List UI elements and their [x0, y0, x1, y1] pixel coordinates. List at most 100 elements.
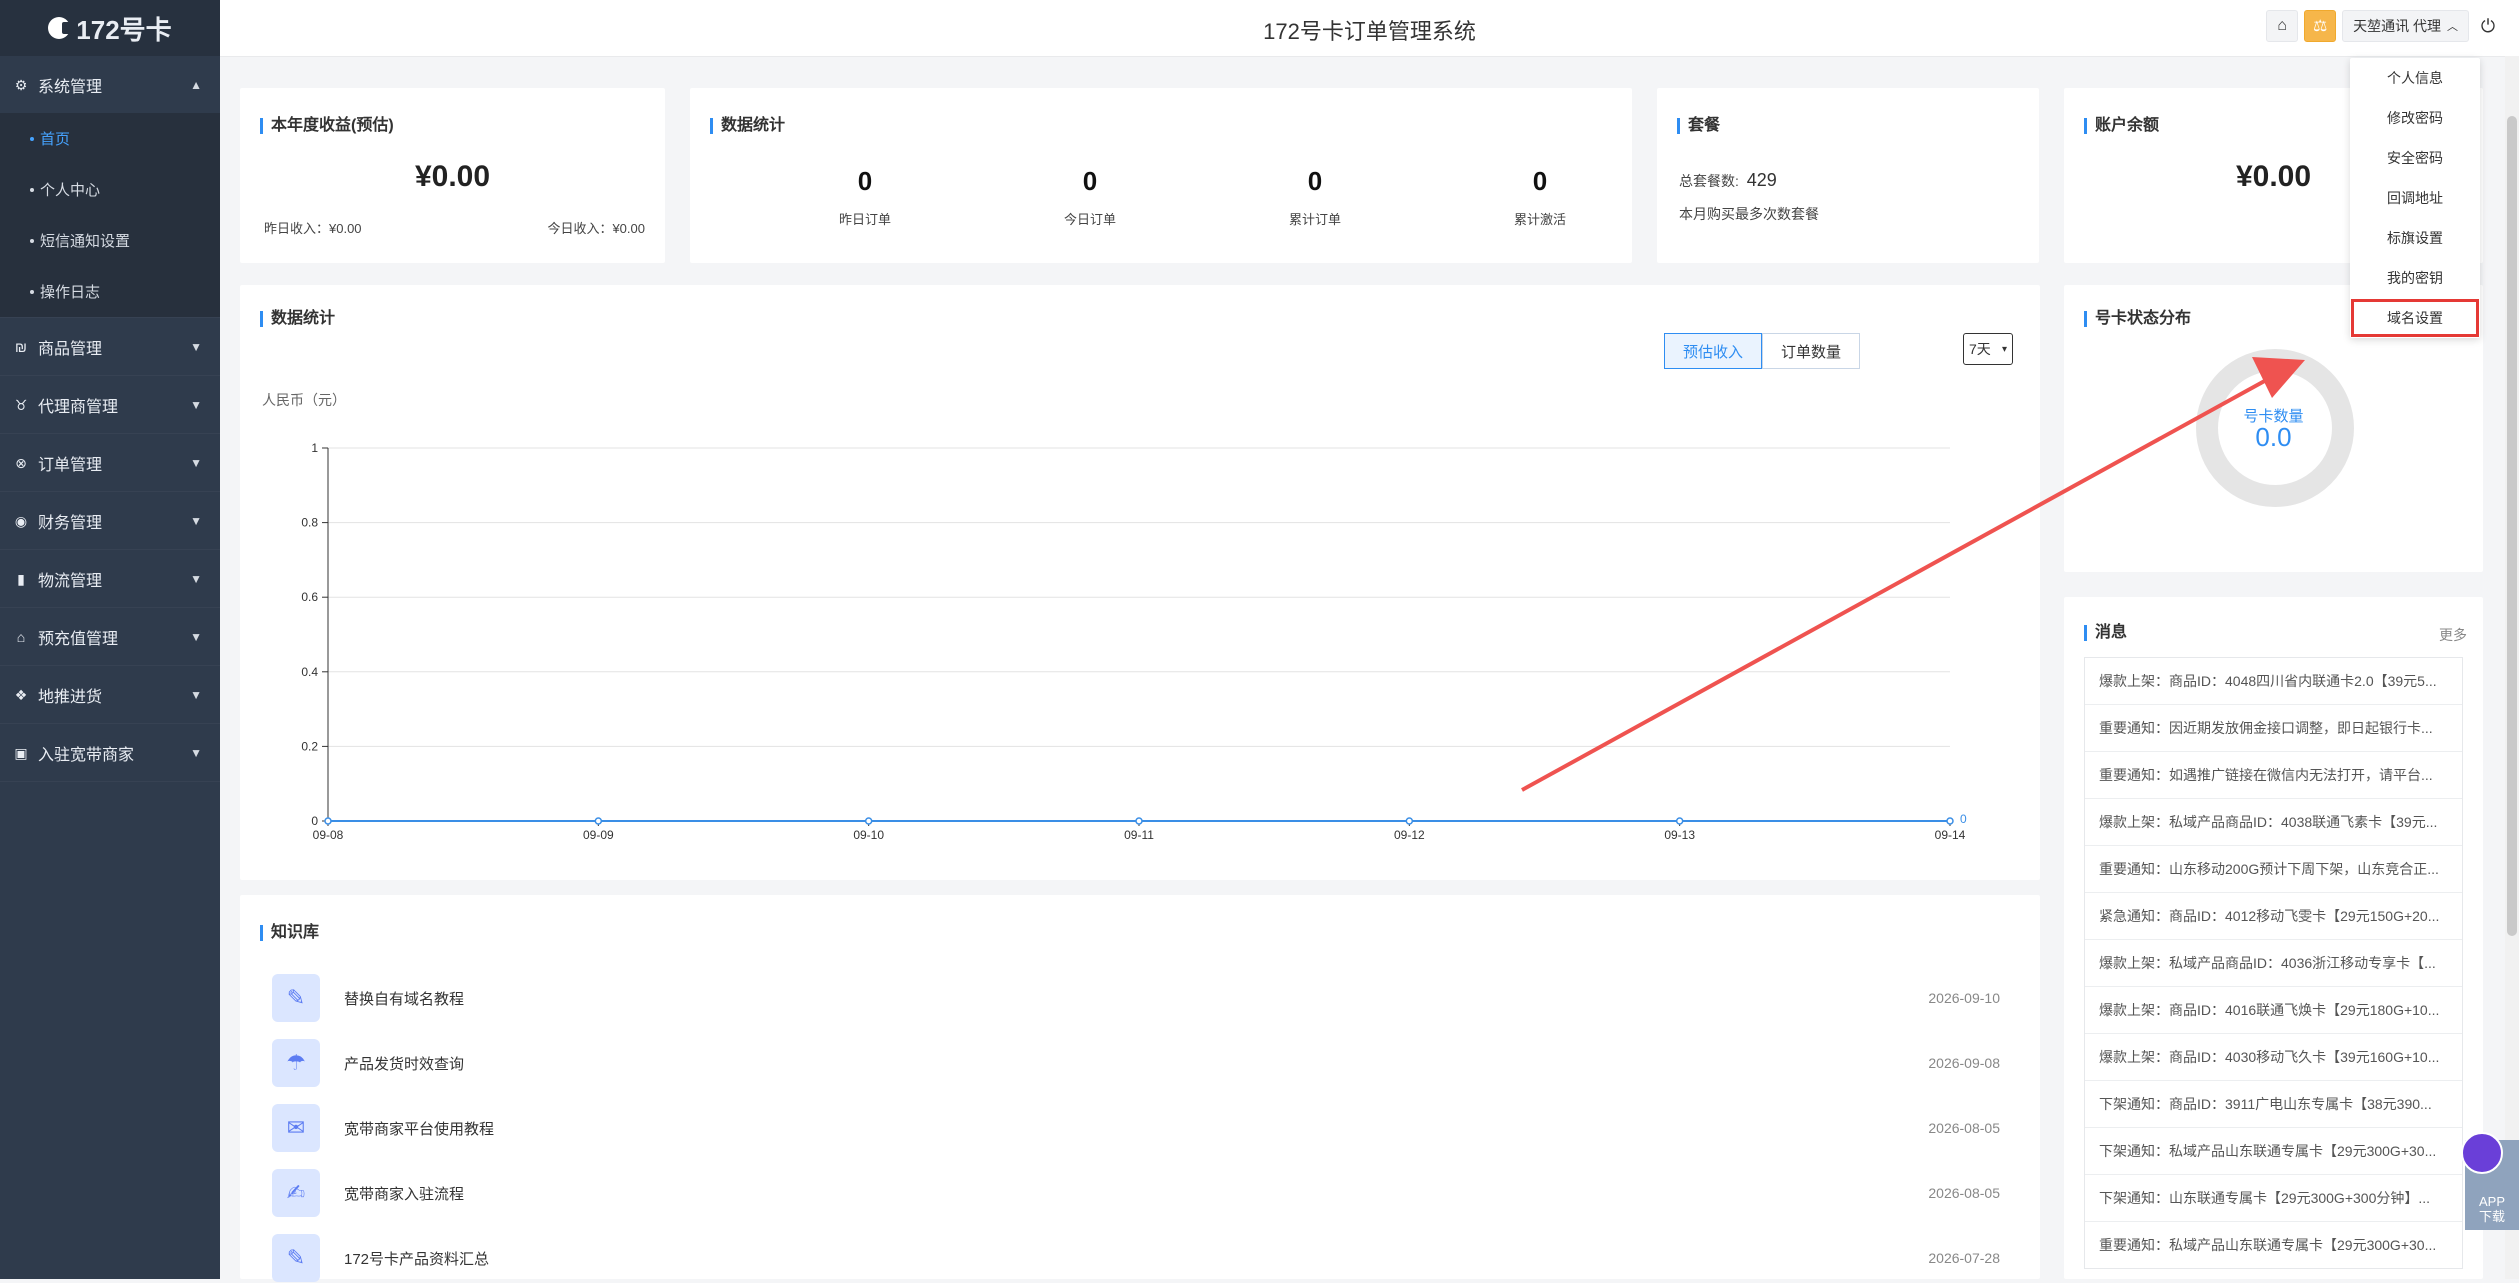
sidebar-group-header[interactable]: ♉ 代理商管理 ▼ — [0, 376, 220, 433]
x-tick-label: 09-11 — [1124, 828, 1154, 842]
knowledge-item-date: 2026-09-10 — [1928, 990, 2000, 1006]
chevron-up-icon: ︿ — [2447, 21, 2458, 33]
y-tick-label: 0.2 — [301, 739, 318, 753]
document-icon: ✍ — [272, 1169, 320, 1217]
sidebar-item[interactable]: 首页 — [0, 113, 220, 164]
sidebar-group-label: 地推进货 — [38, 688, 103, 706]
knowledge-panel: 知识库 ✎ 替换自有域名教程 2026-09-10 ☂ 产品发货时效查询 2026-09-… — [240, 895, 2040, 1282]
caret-down-icon: ▼ — [190, 572, 202, 586]
message-item[interactable]: 下架通知：私域产品山东联通专属卡【29元300G+30... — [2085, 1128, 2462, 1175]
message-item[interactable]: 爆款上架：私域产品商品ID：4036浙江移动专享卡【... — [2085, 940, 2462, 987]
knowledge-item-title: 产品发货时效查询 — [344, 1055, 465, 1073]
knowledge-item[interactable]: ✎ 替换自有域名教程 2026-09-10 — [272, 973, 2000, 1023]
cubes-icon: ❖ — [14, 686, 28, 703]
money-icon: ▣ — [14, 744, 28, 761]
message-item[interactable]: 重要通知：山东移动200G预计下周下架，山东竞合正... — [2085, 846, 2462, 893]
stat-value: 0 — [1532, 166, 1548, 196]
message-item[interactable]: 爆款上架：商品ID：4048四川省内联通卡2.0【39元5... — [2085, 658, 2462, 705]
bullet-icon — [30, 136, 34, 141]
stat-value: 0 — [857, 166, 873, 196]
dropdown-item[interactable]: 修改密码 — [2350, 98, 2480, 138]
data-point — [1135, 817, 1143, 825]
sidebar-group-header[interactable]: ⌂ 预充值管理 ▼ — [0, 608, 220, 665]
sidebar-group-5: ▮ 物流管理 ▼ — [0, 550, 220, 608]
sidebar-item[interactable]: 短信通知设置 — [0, 215, 220, 266]
income-card: 本年度收益(预估) ¥0.00 昨日收入：¥0.00 今日收入：¥0.00 — [240, 88, 665, 263]
knowledge-item[interactable]: ✎ 172号卡产品资料汇总 2026-07-28 — [272, 1233, 2000, 1283]
data-point — [1405, 817, 1414, 825]
x-tick-label: 09-09 — [583, 828, 614, 842]
knowledge-item[interactable]: ☂ 产品发货时效查询 2026-09-08 — [272, 1038, 2000, 1088]
sidebar-group-label: 入驻宽带商家 — [38, 746, 135, 764]
caret-down-icon: ▼ — [190, 514, 202, 528]
sidebar-group-header[interactable]: ⚙ 系统管理 ▲ — [0, 56, 220, 113]
page-scrollbar[interactable] — [2505, 56, 2519, 1279]
balance-scale-button[interactable]: ⚖ — [2304, 10, 2337, 42]
caret-down-icon: ▼ — [190, 746, 202, 760]
sidebar-group-header[interactable]: ❖ 地推进货 ▼ — [0, 666, 220, 723]
sidebar-group-header[interactable]: ▣ 入驻宽带商家 ▼ — [0, 724, 220, 781]
message-item[interactable]: 重要通知：如遇推广链接在微信内无法打开，请平台... — [2085, 752, 2462, 799]
sidebar-group-3: ⊗ 订单管理 ▼ — [0, 434, 220, 492]
messages-panel: 消息 更多 爆款上架：商品ID：4048四川省内联通卡2.0【39元5... 重要… — [2064, 597, 2483, 1279]
sidebar-group-header[interactable]: ₪ 商品管理 ▼ — [0, 318, 220, 375]
dropdown-item[interactable]: 域名设置 — [2350, 298, 2480, 338]
caret-down-icon: ▼ — [190, 340, 202, 354]
knowledge-item[interactable]: ✍ 宽带商家入驻流程 2026-08-05 — [272, 1168, 2000, 1218]
message-item[interactable]: 爆款上架：商品ID：4016联通飞焕卡【29元180G+10... — [2085, 987, 2462, 1034]
data-point — [1946, 817, 1954, 825]
sidebar-item[interactable]: 操作日志 — [0, 266, 220, 317]
sidebar-group-label: 系统管理 — [38, 78, 103, 96]
knowledge-item-title: 宽带商家平台使用教程 — [344, 1120, 495, 1138]
dropdown-item[interactable]: 回调地址 — [2350, 178, 2480, 218]
message-item[interactable]: 爆款上架：商品ID：4030移动飞久卡【39元160G+10... — [2085, 1034, 2462, 1081]
sidebar-item[interactable]: 个人中心 — [0, 164, 220, 215]
scrollbar-thumb[interactable] — [2507, 116, 2517, 936]
sidebar-group-4: ◉ 财务管理 ▼ — [0, 492, 220, 550]
x-tick-label: 09-12 — [1394, 828, 1425, 842]
y-tick-label: 0.6 — [301, 590, 318, 604]
sidebar-group-label: 财务管理 — [38, 514, 103, 532]
package-total-label: 总套餐数: — [1679, 173, 1739, 189]
document-icon: ✎ — [272, 974, 320, 1022]
line-chart: 0 0.2 0.4 0.6 0.8 1 09-08 09-09 09-10 09-11 09-12 0… — [301, 441, 1967, 842]
stat-label: 昨日订单 — [838, 212, 891, 227]
message-item[interactable]: 重要通知：因近期发放佣金接口调整，即日起银行卡... — [2085, 705, 2462, 752]
sidebar-group-header[interactable]: ▮ 物流管理 ▼ — [0, 550, 220, 607]
sidebar: 172号卡 ⚙ 系统管理 ▲ 首页 个人中心 短信通知设置 操作日志 ₪ 商品管理 ▼ ♉ 代理商管理… — [0, 0, 220, 1279]
agent-icon: ♉ — [14, 396, 28, 413]
message-item[interactable]: 下架通知：商品ID：3911广电山东专属卡【38元390... — [2085, 1081, 2462, 1128]
dropdown-item[interactable]: 标旗设置 — [2350, 218, 2480, 258]
sidebar-group-2: ♉ 代理商管理 ▼ — [0, 376, 220, 434]
sidebar-item-label: 个人中心 — [40, 182, 101, 199]
stat-label: 累计订单 — [1288, 212, 1341, 227]
home-button[interactable]: ⌂ — [2266, 10, 2299, 42]
messages-more-link[interactable]: 更多 — [2439, 625, 2467, 645]
bullet-icon — [30, 238, 34, 243]
x-tick-label: 09-13 — [1664, 828, 1695, 842]
dropdown-item[interactable]: 个人信息 — [2350, 58, 2480, 98]
customer-service-icon[interactable] — [2461, 1132, 2503, 1174]
stat-label: 今日订单 — [1063, 212, 1116, 227]
stat-item: 0 累计订单 — [1215, 166, 1415, 228]
brand-logo[interactable]: 172号卡 — [0, 0, 220, 56]
today-income: 今日收入：¥0.00 — [547, 221, 645, 236]
sidebar-group-header[interactable]: ⊗ 订单管理 ▼ — [0, 434, 220, 491]
message-item[interactable]: 紧急通知：商品ID：4012移动飞雯卡【29元150G+20... — [2085, 893, 2462, 940]
y-tick-label: 0 — [311, 814, 318, 828]
sidebar-group-label: 商品管理 — [38, 340, 103, 358]
sidebar-group-label: 预充值管理 — [38, 630, 119, 648]
sidebar-group-header[interactable]: ◉ 财务管理 ▼ — [0, 492, 220, 549]
package-card-title: 套餐 — [1677, 118, 1720, 134]
message-item[interactable]: 重要通知：私域产品山东联通专属卡【29元300G+30... — [2085, 1222, 2462, 1268]
user-menu-button[interactable]: 天堃通讯 代理 ︿ — [2342, 10, 2469, 42]
y-tick-label: 1 — [311, 441, 318, 455]
dropdown-item[interactable]: 我的密钥 — [2350, 258, 2480, 298]
message-item[interactable]: 下架通知：山东联通专属卡【29元300G+300分钟】... — [2085, 1175, 2462, 1222]
knowledge-item[interactable]: ✉ 宽带商家平台使用教程 2026-08-05 — [272, 1103, 2000, 1153]
dropdown-item[interactable]: 安全密码 — [2350, 138, 2480, 178]
message-item[interactable]: 爆款上架：私域产品商品ID：4038联通飞素卡【39元... — [2085, 799, 2462, 846]
sidebar-group-0: ⚙ 系统管理 ▲ 首页个人中心短信通知设置 操作日志 — [0, 56, 220, 318]
package-note: 本月购买最多次数套餐 — [1679, 206, 1819, 222]
logout-button[interactable]: ⏻ — [2475, 11, 2501, 41]
